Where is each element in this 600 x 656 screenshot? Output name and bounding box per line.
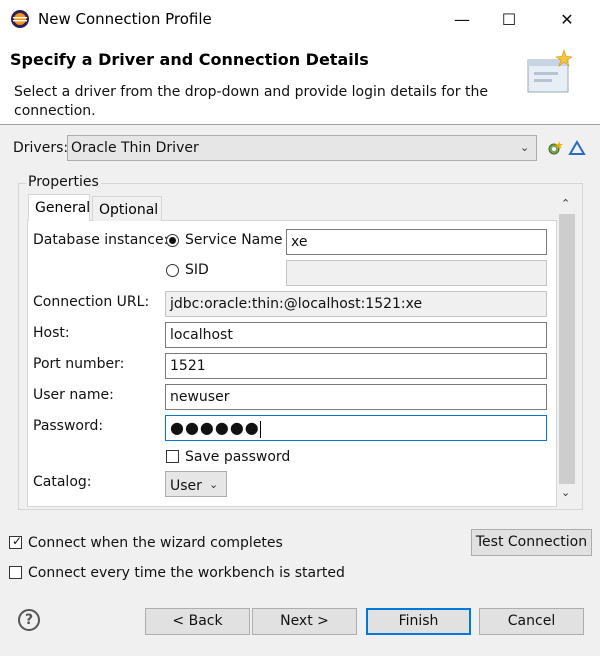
save-password-checkbox[interactable] <box>166 450 179 463</box>
chevron-down-icon[interactable]: ⌄ <box>209 478 218 491</box>
save-password-label: Save password <box>185 449 291 465</box>
text-caret <box>259 420 261 438</box>
sid-label: SID <box>185 262 209 278</box>
host-input[interactable]: localhost <box>165 322 547 348</box>
connection-url-field: jdbc:oracle:thin:@localhost:1521:xe <box>165 291 547 317</box>
back-button[interactable]: < Back <box>145 608 250 635</box>
close-button[interactable]: ✕ <box>555 8 579 32</box>
connect-every-time-label: Connect every time the workbench is star… <box>28 565 345 581</box>
password-input[interactable]: ●●●●●● <box>165 415 547 441</box>
page-description: Select a driver from the drop-down and p… <box>14 84 488 119</box>
password-label: Password: <box>33 418 104 434</box>
next-button[interactable]: Next > <box>252 608 357 635</box>
scrollbar-thumb[interactable] <box>559 214 575 484</box>
password-value: ●●●●●● <box>170 418 260 437</box>
page-title: Specify a Driver and Connection Details <box>10 50 369 69</box>
connection-url-label: Connection URL: <box>33 294 150 310</box>
window-title: New Connection Profile <box>38 10 212 28</box>
tab-optional[interactable]: Optional <box>92 196 162 221</box>
cancel-button[interactable]: Cancel <box>479 608 584 635</box>
wizard-banner-icon <box>527 49 573 93</box>
service-name-label: Service Name <box>185 232 283 248</box>
chevron-down-icon[interactable]: ⌄ <box>520 141 529 154</box>
eclipse-app-icon <box>11 10 29 28</box>
finish-button[interactable]: Finish <box>366 608 471 635</box>
port-label: Port number: <box>33 356 125 372</box>
help-icon[interactable]: ? <box>18 609 40 631</box>
tab-general[interactable]: General <box>28 194 90 221</box>
test-connection-button[interactable]: Test Connection <box>471 529 592 556</box>
minimize-button[interactable]: — <box>450 8 474 32</box>
catalog-selected: User <box>170 478 202 494</box>
drivers-label: Drivers: <box>13 140 69 156</box>
username-label: User name: <box>33 387 114 403</box>
sid-radio[interactable] <box>166 264 179 277</box>
properties-group-label: Properties <box>26 174 101 190</box>
scroll-up-icon[interactable]: ⌃ <box>561 197 570 210</box>
check-icon: ✓ <box>12 534 23 548</box>
new-driver-icon[interactable] <box>546 139 564 157</box>
service-name-input[interactable]: xe <box>286 229 547 255</box>
database-instance-label: Database instance: <box>33 232 169 248</box>
connect-when-complete-checkbox[interactable]: ✓ <box>9 534 23 549</box>
host-label: Host: <box>33 325 70 341</box>
username-input[interactable]: newuser <box>165 384 547 410</box>
connect-every-time-checkbox[interactable] <box>9 566 22 579</box>
edit-driver-icon[interactable] <box>568 139 586 157</box>
connect-when-complete-label: Connect when the wizard completes <box>28 535 283 551</box>
drivers-selected: Oracle Thin Driver <box>71 140 199 156</box>
sid-input[interactable] <box>286 260 547 286</box>
scroll-down-icon[interactable]: ⌄ <box>561 486 570 499</box>
service-name-radio[interactable] <box>166 234 179 247</box>
catalog-label: Catalog: <box>33 474 92 490</box>
maximize-button[interactable]: ☐ <box>497 8 521 32</box>
port-input[interactable]: 1521 <box>165 353 547 379</box>
